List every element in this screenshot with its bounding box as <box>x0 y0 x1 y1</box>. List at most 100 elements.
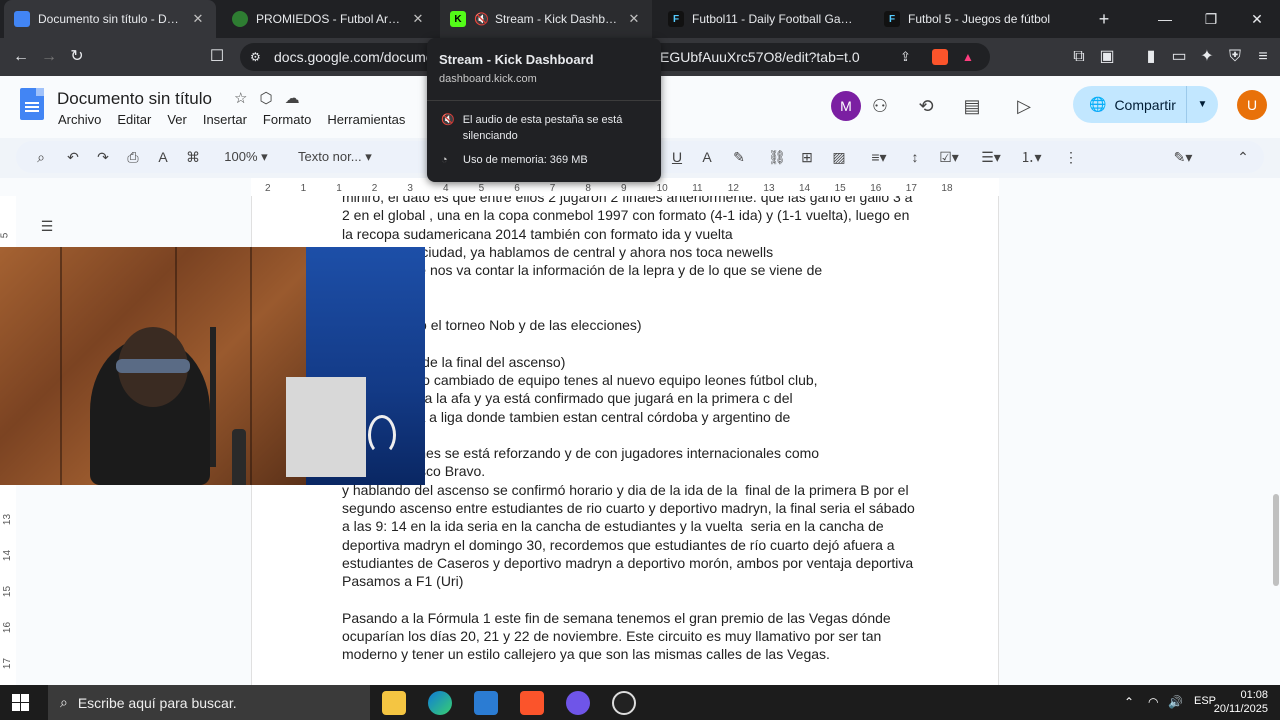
checklist-icon[interactable]: ☑▾ <box>934 147 964 167</box>
menu-herramientas[interactable]: Herramientas <box>327 112 405 127</box>
document-line[interactable]: mihiro, el dato es que entre ellos 2 jug… <box>342 196 917 206</box>
close-icon[interactable]: ✕ <box>190 11 206 27</box>
style-select[interactable]: Texto nor... ▾ <box>298 147 398 167</box>
docs-logo-icon[interactable] <box>20 88 44 120</box>
language-indicator[interactable]: ESP <box>1194 695 1216 707</box>
document-line[interactable]: y hablando del ascenso se confirmó horar… <box>342 481 917 499</box>
tab-search-icon[interactable]: ▣ <box>1096 46 1118 68</box>
document-line[interactable]: deportiva madryn el domingo 30, recordem… <box>342 536 917 554</box>
align-icon[interactable]: ≡▾ <box>864 147 894 167</box>
reload-icon[interactable]: ↻ <box>66 46 88 68</box>
file-explorer-icon[interactable] <box>382 691 406 715</box>
forward-icon[interactable]: → <box>38 46 60 68</box>
scrollbar[interactable] <box>1272 196 1280 685</box>
search-icon[interactable]: ⌕ <box>32 147 50 167</box>
minimize-button[interactable]: — <box>1142 0 1188 38</box>
document-line[interactable]: ocuparían los días 20, 21 y 22 de noviem… <box>342 627 917 645</box>
muted-speaker-icon[interactable]: 🔇 <box>474 12 489 26</box>
redo-icon[interactable]: ↷ <box>94 147 112 167</box>
menu-insertar[interactable]: Insertar <box>203 112 247 127</box>
taskbar-clock[interactable]: 01:08 20/11/2025 <box>1214 688 1268 716</box>
document-line[interactable] <box>342 334 917 352</box>
site-info-icon[interactable]: ⚙ <box>250 50 261 64</box>
highlight-icon[interactable]: ✎ <box>730 147 748 167</box>
new-tab-button[interactable]: + <box>1092 8 1116 30</box>
document-line[interactable]: está mati que nos va contar la informaci… <box>342 261 917 279</box>
cloud-status-icon[interactable]: ☁ <box>285 89 300 107</box>
close-icon[interactable]: ✕ <box>410 11 426 27</box>
chevron-down-icon[interactable]: ▼ <box>1186 86 1218 123</box>
network-icon[interactable]: ◠ <box>1148 695 1158 709</box>
document-line[interactable]: Pasamos a F1 (Uri) <box>342 572 917 590</box>
menu-ver[interactable]: Ver <box>167 112 187 127</box>
obs-icon[interactable] <box>612 691 636 715</box>
leo-ai-icon[interactable]: ✦ <box>1196 46 1218 68</box>
taskbar-search-input[interactable]: ⌕ Escribe aquí para buscar. <box>48 685 370 720</box>
document-line[interactable]: no y se suma a liga donde tambien estan … <box>342 408 917 426</box>
chevron-up-icon[interactable]: ⌃ <box>1234 147 1252 167</box>
comments-icon[interactable]: ▤ <box>960 94 984 118</box>
close-window-button[interactable]: ✕ <box>1234 0 1280 38</box>
document-line[interactable] <box>342 298 917 316</box>
menu-archivo[interactable]: Archivo <box>58 112 101 127</box>
menu-icon[interactable]: ≡ <box>1252 46 1274 68</box>
tab-google-docs[interactable]: Documento sin título - Docum ✕ <box>4 0 216 38</box>
collaborators-icon[interactable]: ⚇ <box>868 94 892 118</box>
scrollbar-thumb[interactable] <box>1273 494 1279 586</box>
document-line[interactable]: moderno y tener un estilo callejero ya q… <box>342 645 917 663</box>
document-line[interactable]: ente se afilió a la afa y ya está confir… <box>342 389 917 407</box>
volume-icon[interactable]: 🔊 <box>1168 695 1183 709</box>
restore-button[interactable]: ❐ <box>1188 0 1234 38</box>
document-line[interactable]: misma de la ciudad, ya hablamos de centr… <box>342 243 917 261</box>
wallet-icon[interactable]: ▭ <box>1168 46 1190 68</box>
move-folder-icon[interactable]: ⬡ <box>259 89 272 107</box>
link-icon[interactable]: ⛓ <box>768 147 786 167</box>
document-line[interactable]: biano Francisco Bravo. <box>342 462 917 480</box>
document-line[interactable] <box>342 426 917 444</box>
document-line[interactable]: a las 9: 14 en la ida seria en la cancha… <box>342 517 917 535</box>
document-text[interactable]: mihiro, el dato es que entre ellos 2 jug… <box>342 196 917 664</box>
user-avatar[interactable]: U <box>1237 90 1267 120</box>
menu-editar[interactable]: Editar <box>117 112 151 127</box>
undo-icon[interactable]: ↶ <box>64 147 82 167</box>
document-line[interactable]: elecciones <box>342 279 917 297</box>
spellcheck-icon[interactable]: A <box>154 147 172 167</box>
sidebar-icon[interactable]: ▮ <box>1140 46 1162 68</box>
tab-promiedos[interactable]: PROMIEDOS - Futbol Argentino - ✕ <box>222 0 436 38</box>
zoom-select[interactable]: 100% ▾ <box>216 147 276 167</box>
editing-mode-icon[interactable]: ✎▾ <box>1168 147 1198 167</box>
close-icon[interactable]: ✕ <box>626 11 642 27</box>
document-line[interactable]: segundo ascenso entre estudiantes de rio… <box>342 499 917 517</box>
document-title[interactable]: Documento sin título <box>57 89 212 109</box>
numbered-list-icon[interactable]: ⒈▾ <box>1016 147 1046 167</box>
tab-kick-dashboard[interactable]: K 🔇 Stream - Kick Dashboard ✕ <box>440 0 652 38</box>
document-line[interactable]: la recopa sudamericana 2014 también con … <box>342 225 917 243</box>
meet-icon[interactable]: ▷ <box>1012 94 1036 118</box>
menu-formato[interactable]: Formato <box>263 112 311 127</box>
paint-format-icon[interactable]: ⌘ <box>184 147 202 167</box>
share-page-icon[interactable]: ⇪ <box>900 49 911 65</box>
mail-icon[interactable] <box>474 691 498 715</box>
bookmark-icon[interactable]: ☐ <box>206 46 228 68</box>
brave-shields-icon[interactable] <box>932 49 948 65</box>
document-line[interactable] <box>342 591 917 609</box>
comment-add-icon[interactable]: ⊞ <box>798 147 816 167</box>
extensions-icon[interactable]: ⧉ <box>1068 46 1090 68</box>
app-icon[interactable] <box>566 691 590 715</box>
document-line[interactable]: Pasando a la Fórmula 1 este fin de seman… <box>342 609 917 627</box>
outline-icon[interactable]: ☰ <box>36 218 58 240</box>
brave-icon[interactable] <box>520 691 544 715</box>
tab-futbol11[interactable]: F Futbol11 - Daily Football Games <box>658 0 870 38</box>
share-button[interactable]: 🌐 Compartir ▼ <box>1073 86 1218 123</box>
back-icon[interactable]: ← <box>10 46 32 68</box>
underline-icon[interactable]: U <box>668 147 686 167</box>
document-line[interactable]: la ciudad pero cambiado de equipo tenes … <box>342 371 917 389</box>
text-color-icon[interactable]: A <box>698 147 716 167</box>
version-history-icon[interactable]: ⟲ <box>914 94 938 118</box>
vpn-icon[interactable]: ⛨ <box>1224 46 1246 68</box>
collaborator-avatar[interactable]: M <box>831 91 861 121</box>
print-icon[interactable]: ⎙ <box>124 147 142 167</box>
document-line[interactable]: el cómo cerró el torneo Nob y de las ele… <box>342 316 917 334</box>
star-icon[interactable]: ☆ <box>234 89 247 107</box>
chevron-up-icon[interactable]: ⌃ <box>1124 695 1134 709</box>
